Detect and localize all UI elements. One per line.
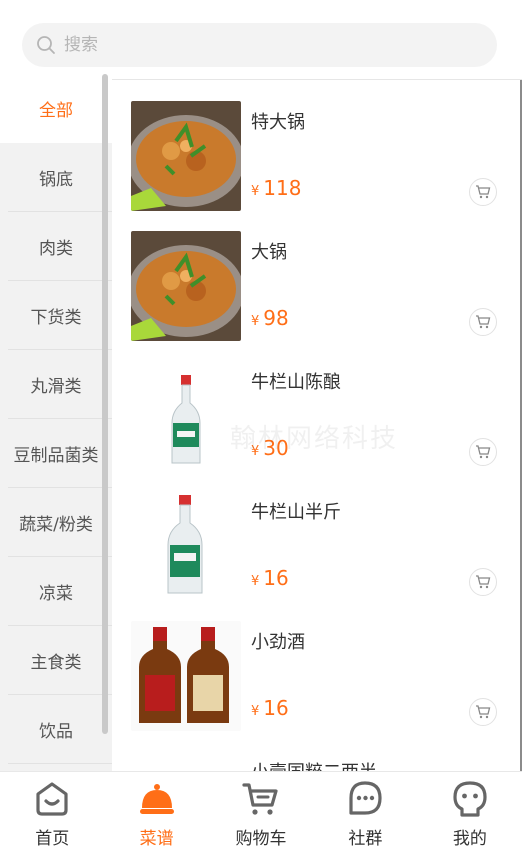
category-pot-base[interactable]: 锅底: [0, 143, 112, 212]
tab-home[interactable]: 首页: [0, 772, 104, 850]
add-to-cart-button[interactable]: [469, 698, 497, 726]
category-label: 豆制品菌类: [13, 446, 99, 466]
product-image-dry-pot: [131, 231, 241, 341]
search-bar: [0, 0, 522, 80]
product-name: 大锅: [251, 242, 287, 263]
tab-cart[interactable]: 购物车: [209, 772, 313, 850]
product-price: ¥98: [251, 306, 289, 330]
product-item[interactable]: 特大锅 ¥118: [112, 81, 522, 211]
category-staple[interactable]: 主食类: [0, 626, 112, 695]
category-label: 锅底: [39, 170, 73, 190]
category-balls[interactable]: 丸滑类: [0, 350, 112, 419]
tab-label: 我的: [452, 829, 487, 849]
category-offal[interactable]: 下货类: [0, 281, 112, 350]
tab-profile[interactable]: 我的: [418, 772, 522, 850]
cart-icon: [476, 705, 491, 719]
category-sidebar: 全部 锅底 肉类 下货类 丸滑类 豆制品菌类 蔬菜/粉类 凉菜 主食类 饮品: [0, 74, 112, 771]
tab-label: 首页: [35, 829, 70, 849]
product-item[interactable]: 小壹国粹二两半: [112, 731, 522, 771]
product-name: 小劲酒: [251, 632, 305, 653]
product-image-dry-pot: [131, 101, 241, 211]
category-cold-dish[interactable]: 凉菜: [0, 557, 112, 626]
category-veg-noodle[interactable]: 蔬菜/粉类: [0, 488, 112, 557]
category-label: 下货类: [30, 308, 82, 328]
category-all[interactable]: 全部: [0, 74, 112, 143]
search-input[interactable]: [64, 35, 464, 55]
product-name: 特大锅: [251, 112, 305, 133]
tab-label: 菜谱: [139, 829, 174, 849]
product-item[interactable]: 大锅 ¥98: [112, 211, 522, 341]
cart-icon: [476, 185, 491, 199]
menu-cloche-icon: [139, 784, 174, 814]
search-icon: [37, 36, 55, 54]
category-label: 饮品: [39, 722, 73, 742]
category-label: 凉菜: [39, 584, 73, 604]
product-price: ¥16: [251, 696, 289, 720]
product-image-jinjiu-bottles: [131, 621, 241, 731]
product-item[interactable]: 小劲酒 ¥16: [112, 601, 522, 731]
category-meat[interactable]: 肉类: [0, 212, 112, 281]
bottom-tab-bar: 首页 菜谱 购物车 社群 我的: [0, 771, 522, 850]
category-drinks[interactable]: 饮品: [0, 695, 112, 764]
category-label: 蔬菜/粉类: [19, 515, 93, 535]
product-image-baijiu-bottle: [131, 491, 241, 601]
category-label: 丸滑类: [30, 377, 82, 397]
product-item[interactable]: 牛栏山半斤 ¥16: [112, 471, 522, 601]
cart-icon: [242, 783, 278, 815]
cart-icon: [476, 445, 491, 459]
product-name: 小壹国粹二两半: [251, 758, 377, 771]
sidebar-scrollbar[interactable]: [102, 74, 108, 734]
cart-icon: [476, 315, 491, 329]
add-to-cart-button[interactable]: [469, 178, 497, 206]
category-tofu-mushroom[interactable]: 豆制品菌类: [0, 419, 112, 488]
tab-label: 社群: [348, 829, 383, 849]
home-icon: [36, 782, 68, 816]
product-list: 特大锅 ¥118 大锅 ¥98 牛栏山陈酿 ¥30 牛栏山半斤 ¥16 小劲酒 …: [112, 81, 522, 771]
search-box[interactable]: [22, 23, 497, 67]
product-price: ¥118: [251, 176, 302, 200]
category-label: 主食类: [30, 653, 82, 673]
profile-icon: [453, 781, 487, 817]
add-to-cart-button[interactable]: [469, 438, 497, 466]
cart-icon: [476, 575, 491, 589]
product-price: ¥16: [251, 566, 289, 590]
category-label: 肉类: [39, 239, 73, 259]
product-item[interactable]: 牛栏山陈酿 ¥30: [112, 341, 522, 471]
category-label: 全部: [39, 101, 73, 121]
product-name: 牛栏山半斤: [251, 502, 341, 523]
add-to-cart-button[interactable]: [469, 308, 497, 336]
product-price: ¥30: [251, 436, 289, 460]
product-name: 牛栏山陈酿: [251, 372, 341, 393]
chat-icon: [349, 781, 383, 815]
product-image-baijiu-bottle: [131, 361, 241, 471]
tab-label: 购物车: [235, 829, 287, 849]
tab-menu[interactable]: 菜谱: [104, 772, 208, 850]
tab-community[interactable]: 社群: [313, 772, 417, 850]
add-to-cart-button[interactable]: [469, 568, 497, 596]
